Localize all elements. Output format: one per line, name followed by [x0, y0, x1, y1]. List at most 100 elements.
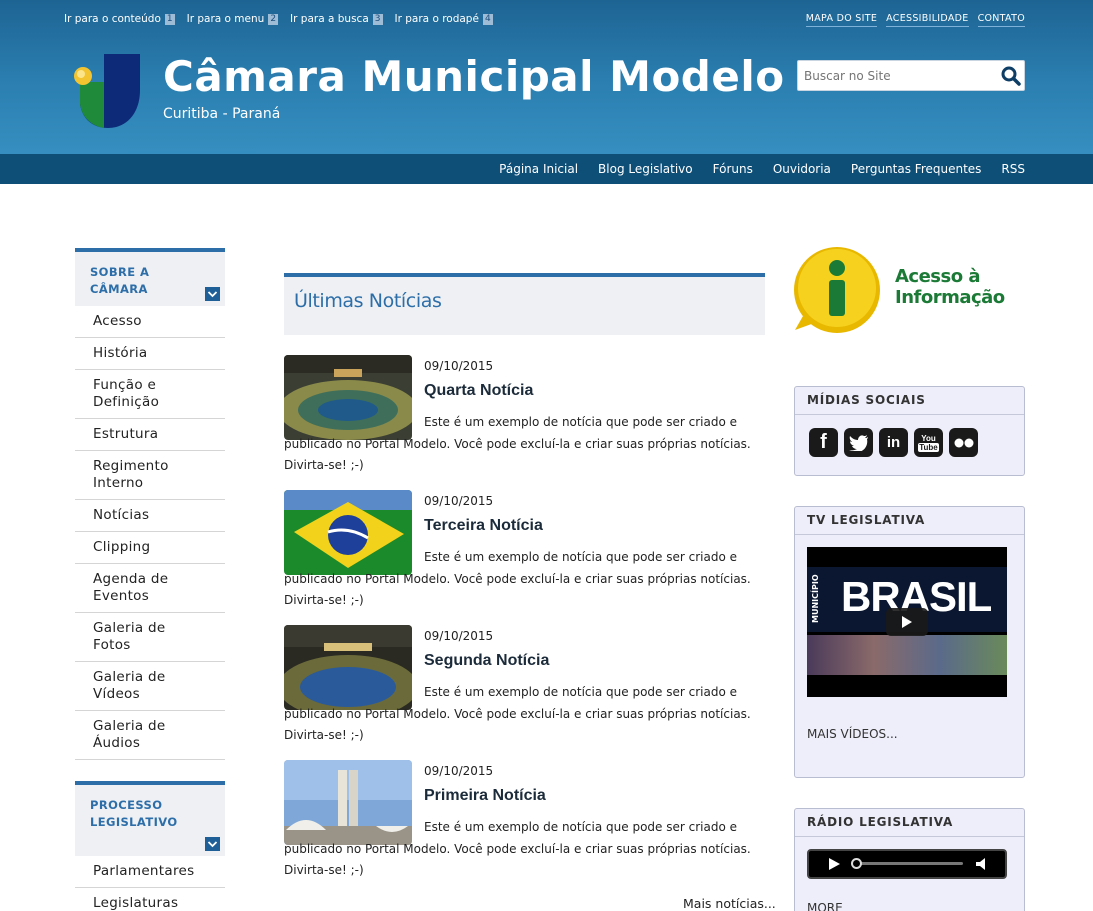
facebook-icon[interactable]: f [809, 428, 838, 457]
nav-forums[interactable]: Fóruns [713, 162, 753, 176]
site-map-link[interactable]: MAPA DO SITE [805, 13, 878, 27]
contact-link[interactable]: CONTATO [977, 13, 1025, 27]
more-videos-link[interactable]: MAIS VÍDEOS... [807, 727, 898, 741]
youtube-icon[interactable]: You Tube [914, 428, 943, 457]
tv-legislative-box: TV LEGISLATIVA MUNICÍPIO BRASIL MAIS VÍD… [794, 506, 1025, 778]
skip-link-label: Ir para o rodapé [394, 13, 479, 25]
nav-ombudsman[interactable]: Ouvidoria [773, 162, 831, 176]
site-title[interactable]: Câmara Municipal Modelo [163, 52, 785, 101]
nav-rss[interactable]: RSS [1001, 162, 1025, 176]
news-title[interactable]: Segunda Notícia [424, 652, 549, 670]
top-links: MAPA DO SITE ACESSIBILIDADE CONTATO [805, 13, 1025, 27]
video-city-strip [807, 635, 1007, 675]
tv-heading: TV LEGISLATIVA [795, 507, 1024, 535]
news-heading[interactable]: Últimas Notícias [294, 290, 442, 312]
radio-legislative-box: RÁDIO LEGISLATIVA MORE [794, 808, 1025, 911]
skip-link-key: 4 [482, 13, 493, 25]
audio-progress-handle[interactable] [851, 858, 862, 869]
sidebar-item-legislaturas[interactable]: Legislaturas [75, 888, 225, 911]
volume-icon[interactable] [975, 857, 989, 871]
camara-logo[interactable] [74, 54, 144, 128]
skip-link-label: Ir para a busca [290, 13, 369, 25]
more-news-link[interactable]: Mais notícias... [683, 896, 776, 911]
news-item: 09/10/2015 Segunda Notícia Este é um exe… [284, 625, 765, 750]
sidebar-section-header: PROCESSO LEGISLATIVO [75, 781, 225, 856]
video-side-text: MUNICÍPIO [811, 574, 820, 623]
access-info-text: Acesso à Informação [895, 266, 1005, 308]
accessibility-link[interactable]: ACESSIBILIDADE [886, 13, 969, 27]
access-info-line1: Acesso à [895, 266, 981, 287]
sidebar-section-about: SOBRE A CÂMARA Acesso História Função e … [75, 248, 225, 760]
audio-player [807, 849, 1007, 879]
skip-link-key: 3 [372, 13, 383, 25]
linkedin-icon[interactable]: in [879, 428, 908, 457]
main-nav: Página Inicial Blog Legislativo Fóruns O… [0, 154, 1093, 184]
skip-to-search-link[interactable]: Ir para a busca 3 [290, 13, 383, 25]
flickr-icon[interactable] [949, 428, 978, 457]
site-subtitle: Curitiba - Paraná [163, 106, 281, 122]
play-icon[interactable] [827, 857, 841, 871]
flickr-dots-glyph [954, 438, 973, 447]
news-date: 09/10/2015 [424, 494, 494, 508]
sidebar-item-estrutura[interactable]: Estrutura [75, 419, 225, 451]
sidebar-section-title: PROCESSO LEGISLATIVO [90, 798, 178, 829]
sidebar-item-videos[interactable]: Galeria de Vídeos [75, 662, 225, 711]
skip-link-label: Ir para o menu [186, 13, 265, 25]
sidebar-item-regimento[interactable]: Regimento Interno [75, 451, 225, 500]
nav-blog[interactable]: Blog Legislativo [598, 162, 693, 176]
sidebar-item-parlamentares[interactable]: Parlamentares [75, 856, 225, 888]
chevron-down-icon[interactable] [205, 837, 220, 851]
news-date: 09/10/2015 [424, 359, 494, 373]
twitter-bird-glyph [848, 434, 868, 451]
social-icons: f in You Tube [795, 415, 1024, 470]
video-player[interactable]: MUNICÍPIO BRASIL [807, 547, 1007, 697]
sidebar-item-funcao[interactable]: Função e Definição [75, 370, 225, 419]
radio-heading: RÁDIO LEGISLATIVA [795, 809, 1024, 837]
news-title[interactable]: Primeira Notícia [424, 787, 546, 805]
skip-to-content-link[interactable]: Ir para o conteúdo 1 [64, 13, 175, 25]
sidebar-section-legislative: PROCESSO LEGISLATIVO Parlamentares Legis… [75, 781, 225, 911]
news-date: 09/10/2015 [424, 764, 494, 778]
sidebar-item-audios[interactable]: Galeria de Áudios [75, 711, 225, 760]
search-input[interactable] [798, 61, 988, 90]
news-summary: Este é um exemplo de notícia que pode se… [284, 820, 751, 877]
news-section-header: Últimas Notícias [284, 273, 765, 335]
access-to-information-banner[interactable]: Acesso à Informação [793, 246, 1005, 336]
sidebar-section-title: SOBRE A CÂMARA [90, 265, 150, 296]
news-summary: Este é um exemplo de notícia que pode se… [284, 685, 751, 742]
site-header: Ir para o conteúdo 1 Ir para o menu 2 Ir p… [0, 0, 1093, 184]
audio-progress-track[interactable] [853, 862, 963, 865]
sidebar-item-noticias[interactable]: Notícias [75, 500, 225, 532]
twitter-icon[interactable] [844, 428, 873, 457]
skip-link-key: 2 [268, 13, 279, 25]
more-radio-link[interactable]: MORE [807, 901, 843, 911]
news-summary: Este é um exemplo de notícia que pode se… [284, 415, 751, 472]
social-media-box: MÍDIAS SOCIAIS f in You Tube [794, 386, 1025, 476]
news-summary: Este é um exemplo de notícia que pode se… [284, 550, 751, 607]
skip-to-footer-link[interactable]: Ir para o rodapé 4 [395, 13, 493, 25]
chevron-down-icon[interactable] [205, 287, 220, 301]
skip-to-menu-link[interactable]: Ir para o menu 2 [186, 13, 279, 25]
skip-links: Ir para o conteúdo 1 Ir para o menu 2 Ir p… [64, 13, 505, 25]
sidebar-item-historia[interactable]: História [75, 338, 225, 370]
news-title[interactable]: Terceira Notícia [424, 517, 543, 535]
social-media-heading: MÍDIAS SOCIAIS [795, 387, 1024, 415]
search-icon[interactable] [1001, 66, 1021, 86]
sidebar-item-acesso[interactable]: Acesso [75, 306, 225, 338]
sidebar-item-agenda[interactable]: Agenda de Eventos [75, 564, 225, 613]
news-item: 09/10/2015 Primeira Notícia Este é um ex… [284, 760, 765, 885]
info-icon [794, 247, 880, 333]
nav-faq[interactable]: Perguntas Frequentes [851, 162, 982, 176]
nav-home[interactable]: Página Inicial [499, 162, 578, 176]
sidebar-section-header: SOBRE A CÂMARA [75, 248, 225, 306]
news-item: 09/10/2015 Terceira Notícia Este é um ex… [284, 490, 765, 615]
skip-link-label: Ir para o conteúdo [64, 13, 161, 25]
sidebar-item-fotos[interactable]: Galeria de Fotos [75, 613, 225, 662]
news-title[interactable]: Quarta Notícia [424, 382, 533, 400]
play-icon[interactable] [886, 608, 928, 636]
news-date: 09/10/2015 [424, 629, 494, 643]
skip-link-key: 1 [164, 13, 175, 25]
sidebar-item-clipping[interactable]: Clipping [75, 532, 225, 564]
search-box [797, 60, 1025, 91]
news-item: 09/10/2015 Quarta Notícia Este é um exem… [284, 355, 765, 480]
